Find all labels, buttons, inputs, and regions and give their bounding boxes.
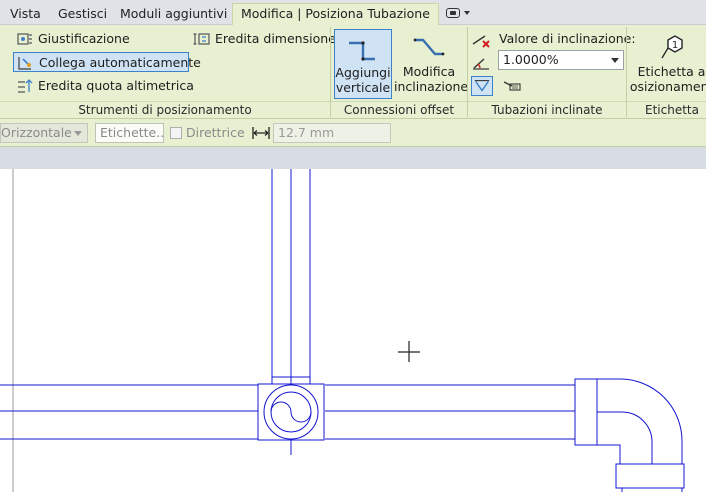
- crosshair-cursor-icon: [398, 341, 420, 362]
- tag-on-placement-label: Etichetta a posizionamento: [630, 64, 706, 94]
- slope-up-icon: [473, 58, 489, 70]
- tab-modifica-posiziona-tubazione[interactable]: Modifica | Posiziona Tubazione: [232, 3, 439, 25]
- tag-on-placement-button[interactable]: 1 Etichetta a posizionamento: [630, 29, 706, 99]
- panel-title-sloped-piping: Tubazioni inclinate: [468, 101, 626, 117]
- inherit-size-icon: [193, 33, 210, 45]
- orientation-value: Orizzontale: [1, 125, 72, 140]
- tab-vista[interactable]: Vista: [10, 4, 41, 24]
- justification-label: Giustificazione: [38, 31, 130, 46]
- change-slope-icon: [413, 38, 445, 56]
- chevron-down-icon: [611, 58, 619, 63]
- slope-value-label: Valore di inclinazione:: [499, 31, 636, 46]
- options-bar: Orizzontale Etichette... Direttrice 12.7…: [0, 119, 706, 147]
- inherit-size-button[interactable]: Eredita dimensione: [193, 29, 336, 49]
- auto-connect-label: Collega automaticamente: [39, 55, 201, 70]
- inherit-size-label: Eredita dimensione: [215, 31, 336, 46]
- justification-icon: [17, 33, 32, 45]
- inherit-elevation-button[interactable]: Eredita quota altimetrica: [16, 76, 194, 96]
- slope-inheritance-button[interactable]: [501, 76, 523, 96]
- slope-inheritance-icon: [503, 81, 521, 91]
- leader-length-input[interactable]: 12.7 mm: [273, 123, 391, 143]
- add-vertical-icon: [349, 41, 375, 61]
- tab-gestisci[interactable]: Gestisci: [58, 4, 107, 24]
- tab-moduli-aggiuntivi[interactable]: Moduli aggiuntivi: [120, 4, 227, 24]
- drawing-canvas[interactable]: [0, 169, 706, 492]
- ribbon-tab-bar: Vista Gestisci Moduli aggiuntivi Modific…: [0, 0, 706, 25]
- slope-down-icon: [474, 80, 490, 92]
- chevron-down-icon: [74, 131, 82, 136]
- slope-value-select[interactable]: 1.0000%: [498, 50, 624, 70]
- add-vertical-button[interactable]: Aggiungi verticale: [334, 29, 392, 99]
- ribbon: Giustificazione Collega automaticamente …: [0, 25, 706, 119]
- panel-title-offset-connections: Connessioni offset: [331, 101, 467, 117]
- panel-title-tag: Etichetta: [627, 101, 706, 117]
- slope-down-button[interactable]: [471, 76, 493, 96]
- disable-slope-button[interactable]: [471, 30, 493, 50]
- tags-input[interactable]: Etichette...: [95, 123, 164, 143]
- inherit-elevation-icon: [18, 79, 33, 93]
- change-slope-button[interactable]: Modifica inclinazione: [394, 29, 469, 99]
- leader-length-icon: [252, 127, 270, 139]
- auto-connect-icon: [18, 57, 31, 70]
- panel-title-positioning-tools: Strumenti di posizionamento: [0, 101, 330, 117]
- inherit-elevation-label: Eredita quota altimetrica: [38, 78, 194, 93]
- slope-off-icon: [472, 35, 490, 48]
- change-slope-label: Modifica inclinazione: [394, 64, 469, 94]
- view-header-strip: [0, 147, 706, 169]
- pipe-drawing: [0, 169, 685, 492]
- ribbon-display-toggle-icon[interactable]: [446, 8, 472, 20]
- auto-connect-button[interactable]: Collega automaticamente: [13, 52, 201, 72]
- justification-button[interactable]: Giustificazione: [16, 29, 176, 49]
- leader-checkbox[interactable]: [170, 127, 182, 139]
- slope-up-button[interactable]: [471, 53, 493, 73]
- slope-value: 1.0000%: [503, 52, 559, 67]
- orientation-select[interactable]: Orizzontale: [0, 123, 88, 143]
- tag-icon: 1: [661, 35, 683, 59]
- elbow-fitting[interactable]: [574, 378, 685, 492]
- tag-number: 1: [672, 40, 678, 51]
- leader-label: Direttrice: [186, 125, 245, 140]
- add-vertical-label: Aggiungi verticale: [335, 65, 391, 95]
- tee-fitting[interactable]: [257, 376, 325, 441]
